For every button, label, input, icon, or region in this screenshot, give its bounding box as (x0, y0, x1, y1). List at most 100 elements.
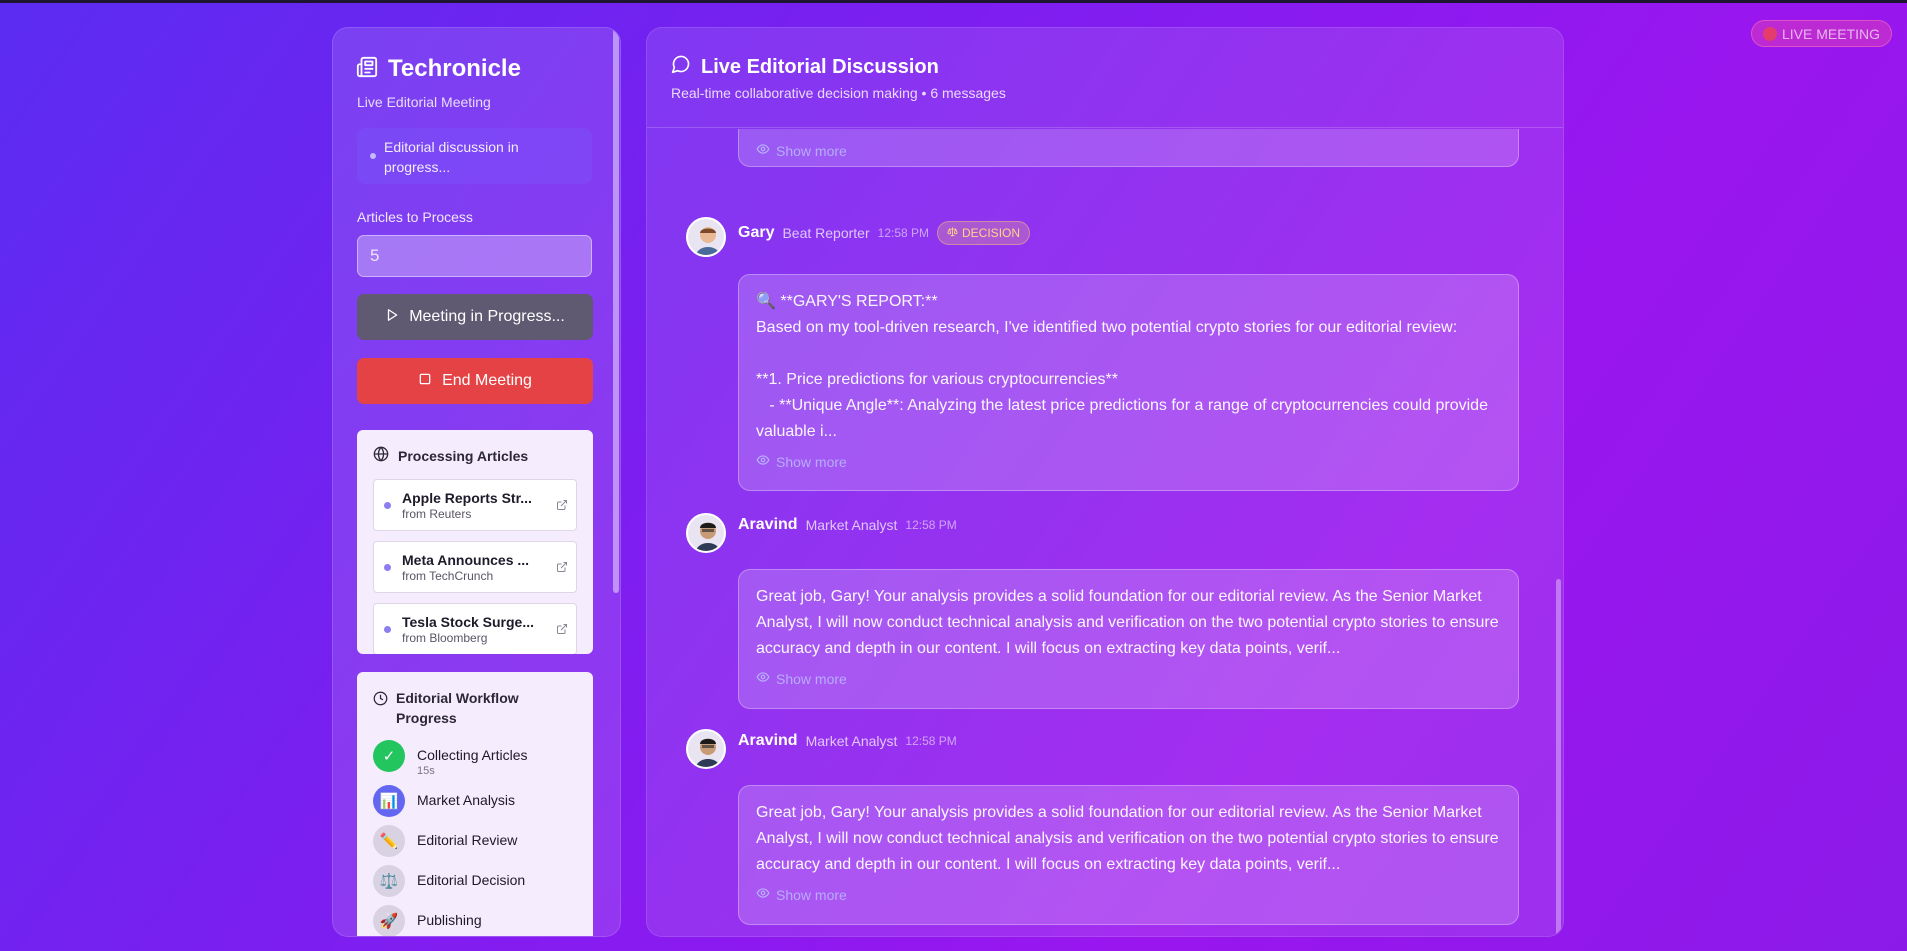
workflow-title: Editorial Workflow Progress (396, 690, 519, 726)
show-more-label: Show more (776, 887, 847, 903)
article-item[interactable]: Meta Announces ... from TechCrunch (373, 541, 577, 593)
workflow-step-label: Publishing (417, 912, 482, 928)
scales-icon (947, 226, 958, 240)
chat-title: Live Editorial Discussion (701, 55, 939, 78)
message-text: Great job, Gary! Your analysis provides … (756, 804, 1499, 873)
sender-name: Aravind (738, 516, 798, 533)
show-more-label: Show more (776, 143, 847, 159)
show-more-link[interactable]: Show more (756, 882, 1501, 908)
check-icon: ✓ (373, 740, 405, 772)
scales-icon: ⚖️ (373, 865, 405, 897)
pencil-icon: ✏️ (373, 825, 405, 857)
workflow-header: Editorial Workflow Progress (357, 672, 593, 728)
message-bubble: 🔍 **GARY'S REPORT:** Based on my tool-dr… (738, 274, 1519, 491)
clock-icon (373, 688, 388, 728)
workflow-step-label: Editorial Decision (417, 872, 526, 888)
workflow-step-label: Editorial Review (417, 832, 518, 848)
window-top-edge (0, 0, 1907, 3)
stop-icon (418, 372, 432, 391)
article-title: Tesla Stock Surge... (402, 614, 535, 630)
external-link-icon[interactable] (556, 498, 568, 516)
newspaper-icon (356, 56, 378, 83)
sender-role: Market Analyst (805, 517, 898, 533)
status-text: Editorial discussion in progress... (384, 139, 519, 175)
workflow-step: 📊 Market Analysis (373, 785, 528, 817)
article-source: from Reuters (402, 507, 472, 521)
message-meta: Aravind Market Analyst 12:58 PM (738, 516, 957, 534)
eye-icon (756, 666, 770, 692)
workflow-step: ✓ Collecting Articles 15s (373, 740, 528, 777)
sidebar: Techronicle Live Editorial Meeting Edito… (332, 27, 621, 937)
articles-count-input[interactable] (357, 235, 592, 277)
play-icon (385, 308, 399, 327)
eye-icon (756, 449, 770, 475)
workflow-progress-panel: Editorial Workflow Progress ✓ Collecting… (357, 672, 593, 936)
message-bubble: Great job, Gary! Your analysis provides … (738, 785, 1519, 925)
workflow-step: ✏️ Editorial Review (373, 825, 528, 857)
sender-name: Gary (738, 224, 775, 241)
sender-name: Aravind (738, 732, 798, 749)
workflow-step-label: Collecting Articles (417, 747, 528, 763)
external-link-icon[interactable] (556, 622, 568, 640)
chat-subtitle: Real-time collaborative decision making … (671, 85, 1006, 101)
article-dot-icon (384, 502, 391, 509)
show-more-link[interactable]: Show more (756, 138, 1501, 164)
message-line: Based on my tool-driven research, I've i… (756, 319, 1458, 336)
meeting-status: Editorial discussion in progress... (357, 128, 592, 184)
message-bubble: Great job, Gary! Your analysis provides … (738, 569, 1519, 709)
sidebar-scrollbar[interactable] (613, 28, 619, 593)
message-time: 12:58 PM (877, 226, 930, 240)
decision-badge: DECISION (937, 221, 1031, 245)
workflow-step: ⚖️ Editorial Decision (373, 865, 528, 897)
article-dot-icon (384, 564, 391, 571)
message-list[interactable]: Show more Gary Beat Reporter 12:58 PM DE… (647, 129, 1563, 936)
message-bubble-icon (671, 54, 691, 80)
status-dot-icon (370, 153, 376, 159)
eye-icon (756, 882, 770, 908)
live-dot-icon (1762, 26, 1777, 41)
message-bubble: Show more (738, 129, 1519, 167)
processing-articles-panel: Processing Articles Apple Reports Str...… (357, 430, 593, 654)
article-item[interactable]: Apple Reports Str... from Reuters (373, 479, 577, 531)
end-meeting-label: End Meeting (442, 372, 532, 389)
avatar (686, 217, 726, 257)
chat-scrollbar[interactable] (1556, 579, 1561, 936)
brand: Techronicle (356, 55, 521, 83)
end-meeting-button[interactable]: End Meeting (357, 358, 593, 404)
message-meta: Aravind Market Analyst 12:58 PM (738, 732, 957, 750)
app-title: Techronicle (388, 55, 521, 82)
workflow-step-time: 15s (417, 765, 435, 777)
message-line: 🔍 **GARY'S REPORT:** (756, 293, 938, 310)
article-title: Meta Announces ... (402, 552, 530, 568)
message-line: - **Unique Angle**: Analyzing the latest… (756, 397, 1493, 440)
chat-header: Live Editorial Discussion Real-time coll… (647, 28, 1563, 128)
article-source: from Bloomberg (402, 631, 488, 645)
article-list: Apple Reports Str... from Reuters Meta A… (373, 479, 577, 654)
article-item[interactable]: Tesla Stock Surge... from Bloomberg (373, 603, 577, 654)
sender-role: Beat Reporter (782, 225, 870, 241)
avatar (686, 513, 726, 553)
chat-panel: Live Editorial Discussion Real-time coll… (646, 27, 1564, 937)
article-source: from TechCrunch (402, 569, 494, 583)
avatar (686, 729, 726, 769)
message-time: 12:58 PM (905, 518, 957, 532)
meeting-in-progress-button[interactable]: Meeting in Progress... (357, 294, 593, 340)
processing-articles-title: Processing Articles (398, 447, 529, 464)
message-meta: Gary Beat Reporter 12:58 PM DECISION (738, 221, 1031, 245)
live-meeting-badge: LIVE MEETING (1751, 20, 1892, 47)
show-more-label: Show more (776, 671, 847, 687)
workflow-step-label: Market Analysis (417, 792, 516, 808)
message-time: 12:58 PM (905, 734, 957, 748)
sender-role: Market Analyst (805, 733, 898, 749)
app-subtitle: Live Editorial Meeting (357, 94, 491, 110)
external-link-icon[interactable] (556, 560, 568, 578)
article-dot-icon (384, 626, 391, 633)
processing-articles-header: Processing Articles (357, 430, 593, 465)
meeting-in-progress-label: Meeting in Progress... (409, 308, 565, 325)
show-more-link[interactable]: Show more (756, 666, 1501, 692)
chart-icon: 📊 (373, 785, 405, 817)
rocket-icon: 🚀 (373, 905, 405, 936)
globe-icon (373, 446, 389, 465)
message-line (756, 341, 1501, 367)
show-more-link[interactable]: Show more (756, 449, 1501, 475)
